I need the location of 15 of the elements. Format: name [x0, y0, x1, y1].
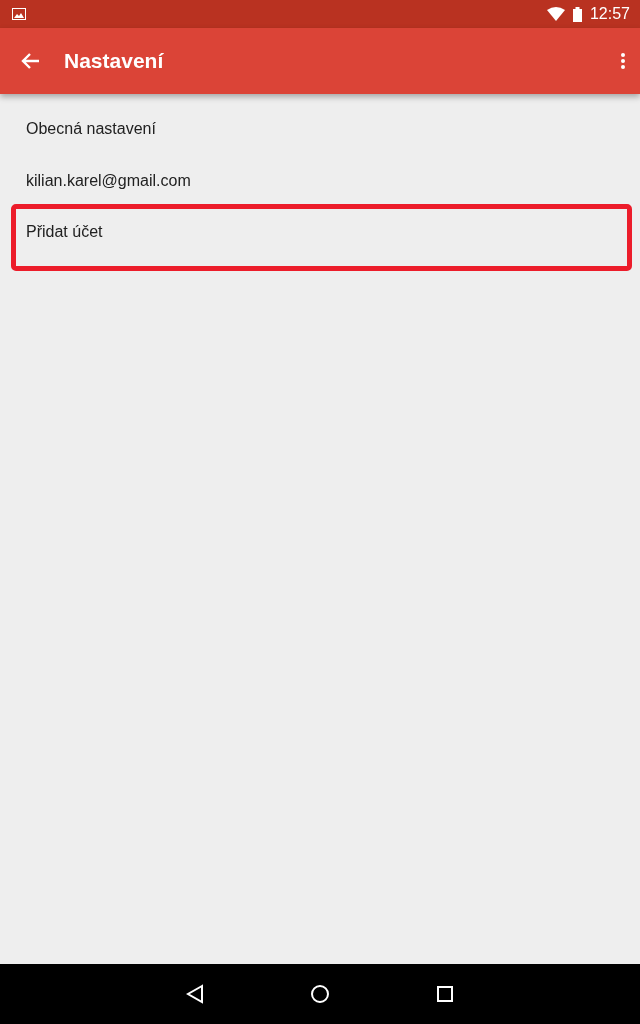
back-button[interactable] [20, 52, 40, 70]
wifi-icon [546, 7, 565, 21]
screen-title: Nastavení [64, 49, 164, 73]
battery-icon [572, 6, 582, 22]
settings-item[interactable]: Obecná nastavení [0, 103, 640, 155]
status-time: 12:57 [589, 5, 630, 23]
settings-item-label: Přidat účet [26, 222, 103, 242]
menu-button[interactable] [620, 52, 626, 70]
settings-item-label: kilian.karel@gmail.com [26, 171, 191, 191]
settings-item-label: Obecná nastavení [26, 119, 156, 139]
home-button[interactable] [310, 984, 330, 1004]
image-icon [12, 8, 26, 20]
recents-button[interactable] [436, 985, 454, 1003]
back-nav-button[interactable] [186, 984, 204, 1004]
settings-item[interactable]: kilian.karel@gmail.com [0, 155, 640, 207]
